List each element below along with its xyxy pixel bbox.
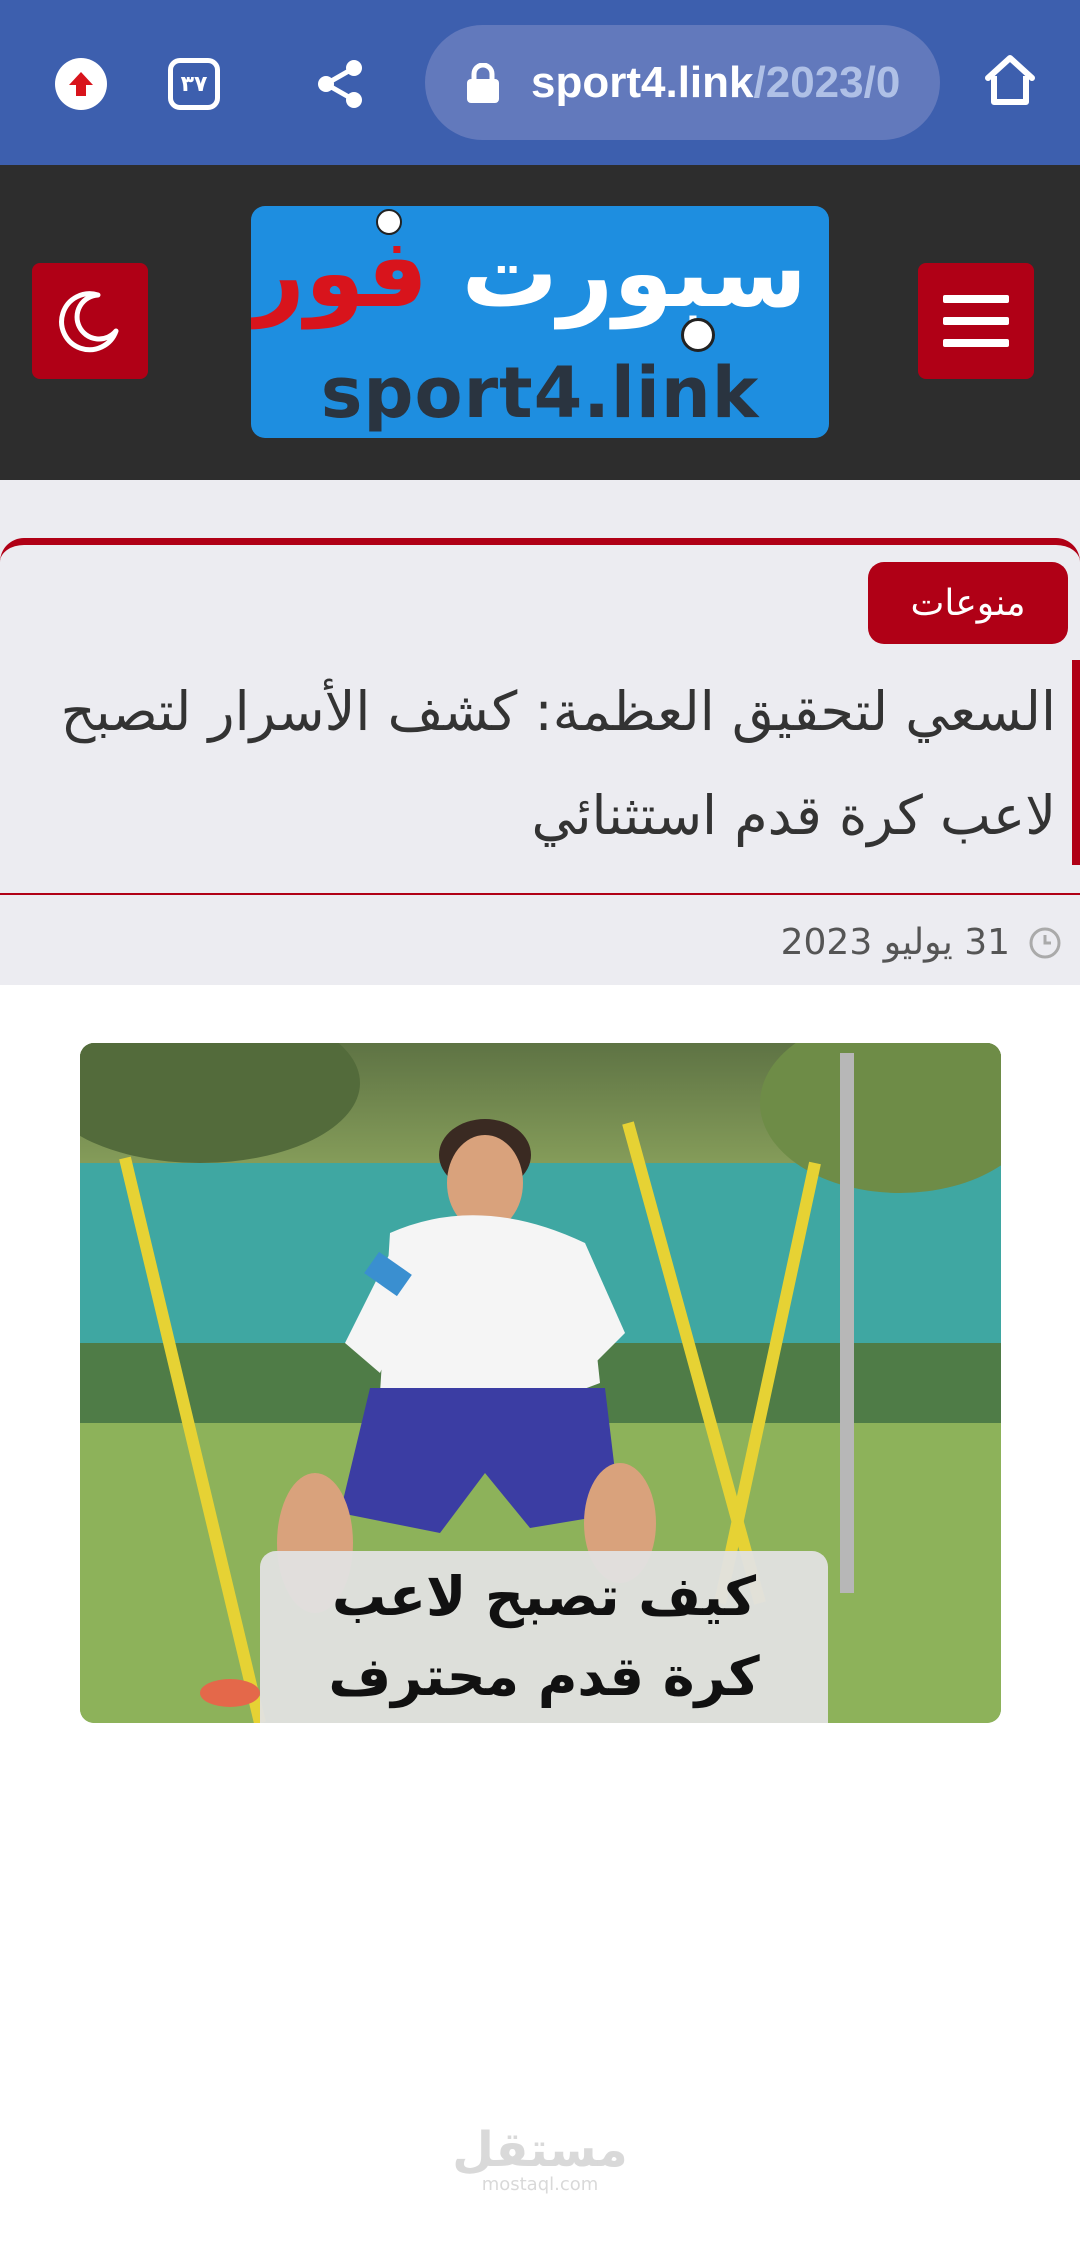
- url-host: sport4.link: [531, 57, 754, 107]
- site-header: سبورت فور sport4.link: [0, 165, 1080, 480]
- url-path: /2023/0: [753, 57, 901, 107]
- watermark-arabic: مستقل: [452, 2122, 628, 2178]
- featured-image[interactable]: كيف تصبح لاعب كرة قدم محترف: [80, 1043, 1001, 1723]
- logo-arabic: سبورت فور: [251, 217, 807, 329]
- image-caption-line: كرة قدم محترف: [328, 1645, 760, 1708]
- moon-icon: [59, 291, 119, 353]
- category-badge[interactable]: منوعات: [868, 562, 1068, 644]
- logo-latin: sport4.link: [320, 352, 760, 434]
- article-title: السعي لتحقيق العظمة: كشف الأسرار لتصبح ل…: [60, 680, 1056, 847]
- title-accent-bar: [1072, 660, 1080, 865]
- hamburger-menu-icon: [943, 295, 1009, 347]
- url-bar[interactable]: sport4.link/2023/0: [425, 25, 940, 140]
- clock-icon: [1029, 927, 1061, 958]
- upload-arrow-icon[interactable]: [55, 58, 107, 110]
- logo-ball-icon: [681, 318, 715, 352]
- date-text: 31 يوليو 2023: [780, 922, 1010, 963]
- article-header: منوعات السعي لتحقيق العظمة: كشف الأسرار …: [0, 480, 1080, 985]
- article-date: 31 يوليو 2023: [781, 905, 1062, 980]
- lock-icon: [467, 62, 499, 103]
- image-caption: كيف تصبح لاعب كرة قدم محترف: [260, 1551, 828, 1723]
- divider: [0, 893, 1080, 895]
- site-logo[interactable]: سبورت فور sport4.link: [251, 206, 829, 438]
- image-caption-line: كيف تصبح لاعب: [331, 1565, 757, 1628]
- mostaql-watermark: مستقل mostaql.com: [0, 2125, 1080, 2195]
- url-text: sport4.link/2023/0: [531, 58, 900, 108]
- tabs-count-icon[interactable]: ٣٧: [168, 58, 220, 110]
- browser-toolbar: ٣٧ sport4.link/2023/0: [0, 0, 1080, 165]
- watermark-latin: mostaql.com: [481, 2174, 599, 2195]
- menu-button[interactable]: [918, 263, 1034, 379]
- tabs-count: ٣٧: [180, 71, 208, 97]
- share-icon[interactable]: [312, 56, 368, 112]
- home-icon[interactable]: [980, 50, 1040, 110]
- dark-mode-toggle[interactable]: [32, 263, 148, 379]
